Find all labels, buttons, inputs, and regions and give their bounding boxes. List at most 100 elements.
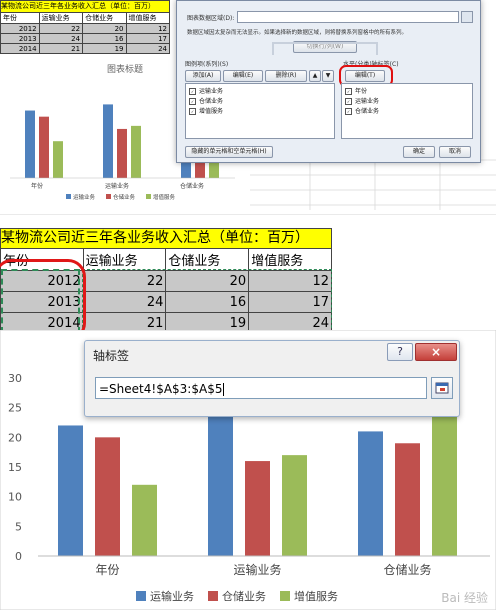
data-selection-marquee	[82, 269, 332, 333]
bar[interactable]	[58, 425, 83, 556]
watermark: Bai 经验	[441, 590, 488, 605]
add-series-button[interactable]: 添加(A)	[185, 70, 221, 82]
text-cursor	[223, 383, 225, 396]
legend-label: 仓储业务	[222, 589, 266, 603]
top-bar[interactable]	[117, 128, 127, 178]
cell[interactable]: 2012	[0, 23, 40, 34]
delete-series-button[interactable]: 删除(R)	[265, 70, 307, 82]
arrow-down-icon: ▼	[325, 72, 331, 79]
top-legend-label: 运输业务	[73, 193, 96, 201]
close-button[interactable]: ×	[415, 343, 457, 361]
cell[interactable]: 仓储业务	[165, 248, 250, 271]
legend-swatch	[280, 591, 290, 601]
cell[interactable]: 20	[82, 23, 127, 34]
top-legend-label: 仓储业务	[113, 193, 136, 201]
axis-item[interactable]: ✓ 年份	[345, 86, 367, 95]
y-tick-label: 20	[8, 431, 22, 444]
bar[interactable]	[282, 455, 307, 556]
bar[interactable]	[245, 461, 270, 556]
cell[interactable]: 年份	[0, 12, 40, 24]
series-item[interactable]: ✓ 仓储业务	[189, 96, 223, 105]
series-listbox[interactable]: ✓ 运输业务 ✓ 仓储业务 ✓ 增值服务	[185, 83, 335, 139]
cancel-button[interactable]: 取消	[439, 146, 471, 158]
chart-range-input[interactable]	[237, 11, 459, 23]
top-bar[interactable]	[131, 125, 141, 178]
top-legend-swatch	[66, 194, 71, 199]
axis-item[interactable]: ✓ 运输业务	[345, 96, 379, 105]
legend-label: 运输业务	[150, 589, 194, 603]
select-data-source-dialog: 图表数据区域(D): 数据区域因太复杂而无法显示。如果选择新的数据区域，则将替换…	[176, 0, 481, 163]
cell[interactable]: 24	[38, 33, 84, 44]
cell[interactable]: 12	[125, 23, 171, 34]
x-category-label: 运输业务	[233, 562, 281, 577]
y-tick-label: 15	[8, 461, 22, 474]
bar[interactable]	[95, 437, 120, 556]
cell[interactable]: 17	[125, 33, 171, 44]
cell[interactable]: 22	[38, 23, 84, 34]
range-picker-icon[interactable]	[461, 11, 473, 23]
series-item[interactable]: ✓ 运输业务	[189, 86, 223, 95]
top-chart-category: 运输业务	[105, 182, 129, 190]
checkbox[interactable]: ✓	[189, 88, 196, 95]
year-highlight-circle	[0, 259, 86, 341]
top-chart-title: 图表标题	[107, 63, 143, 75]
top-bar[interactable]	[39, 116, 49, 178]
cell[interactable]: 19	[82, 43, 127, 54]
top-legend-swatch	[146, 194, 151, 199]
y-tick-label: 25	[8, 402, 22, 415]
cell[interactable]: 运输业务	[38, 12, 84, 24]
hidden-empty-cells-button[interactable]: 隐藏的单元格和空单元格(H)	[185, 146, 273, 158]
main-spreadsheet: 某物流公司近三年各业务收入汇总（单位：百万） 年份 运输业务 仓储业务 增值服务…	[0, 228, 340, 341]
axis-item[interactable]: ✓ 仓储业务	[345, 106, 379, 115]
switch-arrow-icon	[272, 42, 378, 55]
edit-series-button[interactable]: 编辑(E)	[223, 70, 263, 82]
checkbox[interactable]: ✓	[189, 108, 196, 115]
divider	[0, 214, 496, 215]
top-spreadsheet: 某物流公司近三年各业务收入汇总（单位：百万） 年份 运输业务 仓储业务 增值服务…	[0, 0, 175, 54]
info-text: 数据区域因太复杂而无法显示。如果选择新的数据区域，则将替换系列窗格中的所有系列。	[187, 30, 408, 36]
ok-button[interactable]: 确定	[403, 146, 435, 158]
legend-swatch	[208, 591, 218, 601]
checkbox[interactable]: ✓	[345, 98, 352, 105]
top-bar[interactable]	[103, 104, 113, 178]
legend-label: 增值服务	[294, 589, 338, 603]
top-chart-category: 仓储业务	[180, 182, 204, 190]
bar[interactable]	[132, 484, 157, 556]
top-sheet-table: 年份 运输业务 仓储业务 增值服务 2012 22 20 12 2013 24 …	[0, 12, 171, 54]
bar[interactable]	[208, 413, 233, 556]
checkbox[interactable]: ✓	[345, 88, 352, 95]
top-bar[interactable]	[53, 141, 63, 178]
bar[interactable]	[432, 413, 457, 556]
y-tick-label: 5	[15, 520, 22, 533]
cell[interactable]: 仓储业务	[82, 12, 127, 24]
cell[interactable]: 16	[82, 33, 127, 44]
chart-range-label: 图表数据区域(D):	[187, 15, 235, 22]
help-button[interactable]: ?	[387, 343, 413, 361]
cell[interactable]: 2013	[0, 33, 40, 44]
bar[interactable]	[395, 443, 420, 556]
legend-swatch	[136, 591, 146, 601]
checkbox[interactable]: ✓	[345, 108, 352, 115]
bar[interactable]	[358, 431, 383, 556]
series-item[interactable]: ✓ 增值服务	[189, 106, 223, 115]
axis-range-input[interactable]: =Sheet4!$A$3:$A$5	[95, 377, 427, 399]
cell[interactable]: 21	[38, 43, 84, 54]
cell[interactable]: 增值服务	[248, 248, 332, 271]
cell[interactable]: 24	[125, 43, 171, 54]
top-chart-category: 年份	[31, 182, 43, 190]
move-up-button[interactable]: ▲	[309, 70, 321, 82]
x-category-label: 仓储业务	[383, 562, 431, 577]
y-tick-label: 0	[15, 550, 22, 563]
range-select-icon	[435, 382, 449, 394]
y-tick-label: 10	[8, 491, 22, 504]
move-down-button[interactable]: ▼	[322, 70, 334, 82]
cell[interactable]: 2014	[0, 43, 40, 54]
checkbox[interactable]: ✓	[189, 98, 196, 105]
top-bar[interactable]	[25, 110, 35, 178]
cell[interactable]: 运输业务	[82, 248, 167, 271]
series-section-label: 图例项(系列)(S)	[185, 61, 229, 68]
axis-labels-listbox[interactable]: ✓ 年份 ✓ 运输业务 ✓ 仓储业务	[341, 83, 473, 139]
cell[interactable]: 增值服务	[125, 12, 171, 24]
axis-label-dialog: 轴标签 ? × =Sheet4!$A$3:$A$5	[84, 340, 460, 417]
collapse-dialog-button[interactable]	[431, 377, 453, 399]
